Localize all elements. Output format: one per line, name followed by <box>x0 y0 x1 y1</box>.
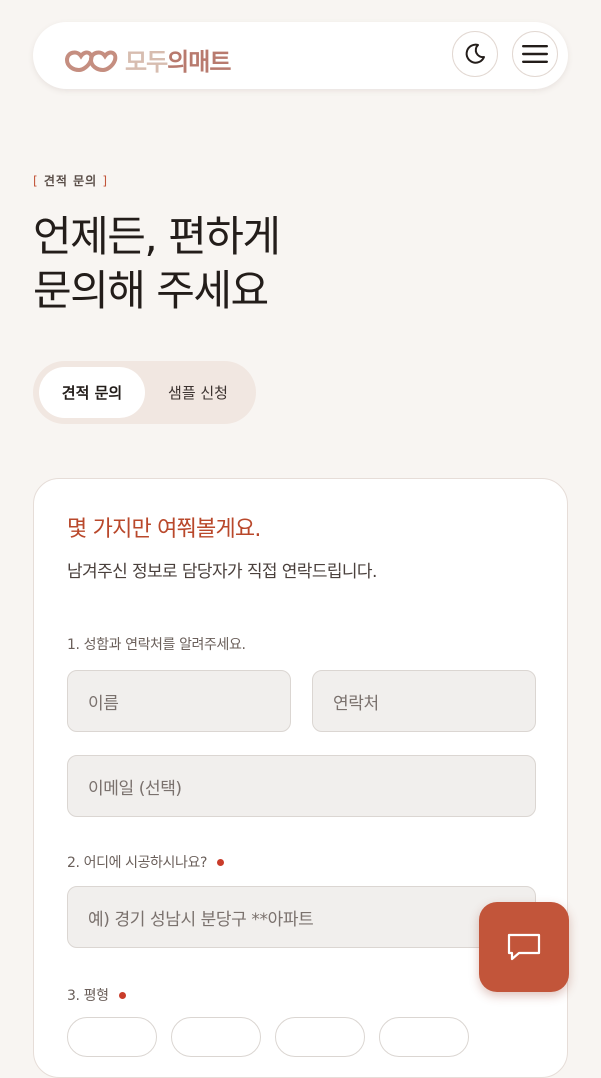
brand-logo[interactable]: 모두 의매트 <box>63 42 231 77</box>
chat-button[interactable] <box>479 902 569 992</box>
address-field[interactable]: 예) 경기 성남시 분당구 **아파트 <box>67 886 536 948</box>
question-3-label: 3. 평형 <box>67 985 126 1005</box>
hamburger-icon <box>522 45 548 63</box>
question-2-text: 2. 어디에 시공하시나요? <box>67 855 208 871</box>
question-3-text: 3. 평형 <box>67 988 109 1004</box>
brand-name: 모두 의매트 <box>125 42 231 77</box>
tab-sample-request[interactable]: 샘플 신청 <box>150 367 246 418</box>
moon-icon <box>465 43 485 64</box>
required-dot <box>217 858 225 866</box>
size-option[interactable] <box>275 1017 365 1057</box>
eyebrow-label: 견적 문의 <box>43 174 98 188</box>
required-dot <box>118 991 126 999</box>
name-field[interactable]: 이름 <box>67 670 291 732</box>
chat-bubble-icon <box>507 933 541 961</box>
form-title: 몇 가지만 여쭤볼게요. <box>67 517 261 542</box>
question-1-text: 1. 성함과 연락처를 알려주세요. <box>67 637 246 653</box>
page-title: 언제든, 편하게 문의해 주세요 <box>33 210 281 318</box>
question-1-label: 1. 성함과 연락처를 알려주세요. <box>67 634 246 654</box>
page-title-line1: 언제든, 편하게 <box>33 212 281 261</box>
top-header: 모두 의매트 <box>33 22 568 89</box>
inquiry-tabs: 견적 문의 샘플 신청 <box>33 361 256 424</box>
eyebrow-bracket-close: ] <box>102 174 109 188</box>
page-title-line2: 문의해 주세요 <box>33 266 269 315</box>
eyebrow-bracket-open: [ <box>33 174 39 188</box>
heart-logo-icon <box>64 50 118 72</box>
menu-button[interactable] <box>512 31 558 77</box>
size-option[interactable] <box>67 1017 157 1057</box>
size-option[interactable] <box>379 1017 469 1057</box>
brand-name-part1: 모두 <box>125 48 168 76</box>
theme-toggle-button[interactable] <box>452 31 498 77</box>
email-field[interactable]: 이메일 (선택) <box>67 755 536 817</box>
tab-quote-inquiry[interactable]: 견적 문의 <box>39 367 145 418</box>
size-option[interactable] <box>171 1017 261 1057</box>
question-2-label: 2. 어디에 시공하시나요? <box>67 852 225 872</box>
phone-field[interactable]: 연락처 <box>312 670 536 732</box>
brand-name-part2: 의매트 <box>167 48 231 76</box>
form-subtitle: 남겨주신 정보로 담당자가 직접 연락드립니다. <box>67 562 377 582</box>
section-eyebrow: [ 견적 문의 ] <box>33 172 108 189</box>
